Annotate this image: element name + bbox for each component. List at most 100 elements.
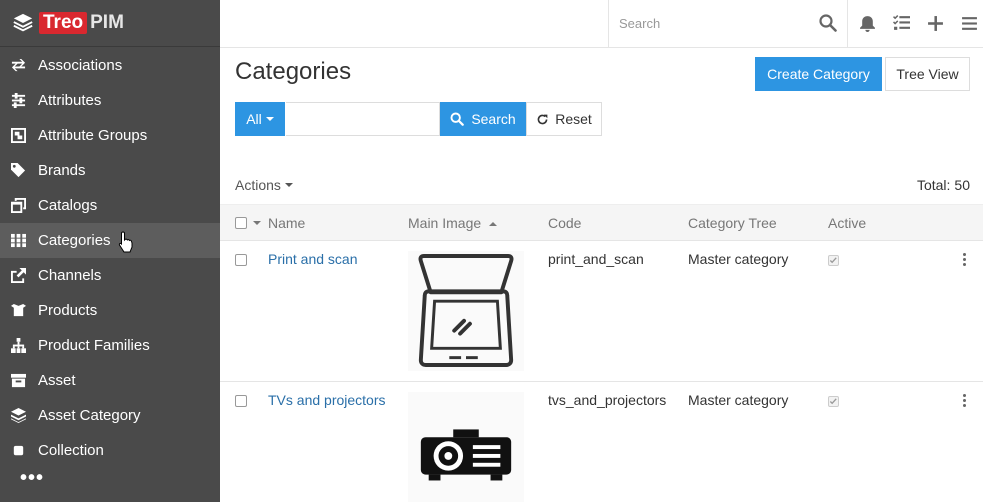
sidebar-item-label: Channels bbox=[38, 267, 102, 284]
sidebar-item-label: Product Families bbox=[38, 337, 150, 354]
layers-logo-icon bbox=[13, 13, 33, 32]
logo-treo: Treo bbox=[39, 12, 88, 34]
column-main-image-label: Main Image bbox=[408, 215, 482, 231]
column-code[interactable]: Code bbox=[548, 215, 581, 231]
th-icon bbox=[9, 233, 27, 249]
sidebar-item-asset[interactable]: Asset bbox=[0, 363, 220, 398]
tags-icon bbox=[9, 163, 27, 179]
sidebar-item-attribute-groups[interactable]: Attribute Groups bbox=[0, 118, 220, 153]
sidebar-item-associations[interactable]: Associations bbox=[0, 48, 220, 83]
sidebar-item-label: Asset Category bbox=[38, 407, 141, 424]
main-content: Categories Create Category Tree View All… bbox=[220, 48, 983, 502]
total-count: Total: 50 bbox=[917, 177, 970, 193]
tasks-button[interactable] bbox=[884, 0, 918, 47]
object-group-icon bbox=[9, 128, 27, 144]
sidebar: Treo PIM Associations Attributes Attribu… bbox=[0, 0, 220, 502]
total-value: 50 bbox=[954, 177, 970, 193]
page-title: Categories bbox=[235, 58, 352, 85]
layer-group-icon bbox=[9, 408, 27, 424]
sidebar-item-brands[interactable]: Brands bbox=[0, 153, 220, 188]
row-name-link[interactable]: Print and scan bbox=[268, 251, 358, 267]
sidebar-item-asset-category[interactable]: Asset Category bbox=[0, 398, 220, 433]
search-icon bbox=[450, 112, 465, 126]
filter-text-input[interactable] bbox=[286, 102, 440, 136]
row-category-tree: Master category bbox=[688, 251, 789, 267]
global-search-input[interactable] bbox=[609, 0, 809, 47]
exchange-icon bbox=[9, 58, 27, 74]
sidebar-item-label: Categories bbox=[38, 232, 111, 249]
column-name[interactable]: Name bbox=[268, 215, 305, 231]
sidebar-item-attributes[interactable]: Attributes bbox=[0, 83, 220, 118]
sidebar-item-label: Attribute Groups bbox=[38, 127, 148, 144]
check-icon bbox=[829, 398, 837, 405]
row-actions-kebab-icon[interactable] bbox=[963, 253, 967, 267]
box-open-icon bbox=[9, 303, 27, 319]
sort-asc-icon bbox=[489, 222, 498, 227]
archive-icon bbox=[9, 373, 27, 389]
sidebar-item-label: Products bbox=[38, 302, 98, 319]
caret-down-icon bbox=[265, 117, 274, 121]
logo-pim: PIM bbox=[90, 12, 124, 33]
select-all-checkbox[interactable] bbox=[235, 217, 247, 229]
projector-icon[interactable] bbox=[408, 392, 524, 502]
scanner-icon[interactable] bbox=[408, 251, 524, 371]
plus-icon bbox=[927, 16, 943, 31]
row-code: tvs_and_projectors bbox=[548, 392, 667, 408]
sidebar-item-label: Asset bbox=[38, 372, 76, 389]
topbar-icons bbox=[850, 0, 983, 47]
sidebar-item-channels[interactable]: Channels bbox=[0, 258, 220, 293]
square-icon bbox=[9, 443, 27, 459]
sidebar-item-categories[interactable]: Categories bbox=[0, 223, 220, 258]
table-row: TVs and projectors tvs_and_projectors Ma… bbox=[220, 382, 983, 502]
sidebar-item-catalogs[interactable]: Catalogs bbox=[0, 188, 220, 223]
column-category-tree[interactable]: Category Tree bbox=[688, 215, 777, 231]
search-button-label: Search bbox=[471, 111, 516, 127]
filter-all-label: All bbox=[246, 111, 262, 127]
caret-down-icon bbox=[284, 183, 293, 187]
create-category-button[interactable]: Create Category bbox=[755, 57, 882, 91]
row-checkbox[interactable] bbox=[235, 395, 247, 407]
sidebar-item-products[interactable]: Products bbox=[0, 293, 220, 328]
scanner-image bbox=[418, 254, 514, 367]
sidebar-item-collection[interactable]: Collection bbox=[0, 433, 220, 468]
hamburger-icon bbox=[961, 17, 977, 30]
sidebar-item-product-families[interactable]: Product Families bbox=[0, 328, 220, 363]
check-icon bbox=[829, 257, 837, 264]
total-label: Total: bbox=[916, 177, 951, 193]
active-checkbox bbox=[828, 396, 839, 407]
window-restore-icon bbox=[9, 198, 27, 214]
active-checkbox bbox=[828, 255, 839, 266]
logo[interactable]: Treo PIM bbox=[0, 0, 220, 47]
projector-image bbox=[420, 429, 512, 481]
row-actions-kebab-icon[interactable] bbox=[963, 394, 967, 408]
topbar bbox=[220, 0, 983, 48]
actions-dropdown[interactable]: Actions bbox=[235, 177, 293, 193]
more-menu-button[interactable]: ••• bbox=[0, 468, 220, 498]
column-main-image[interactable]: Main Image bbox=[408, 215, 498, 231]
menu-button[interactable] bbox=[952, 0, 983, 47]
notifications-button[interactable] bbox=[850, 0, 884, 47]
sidebar-nav: Associations Attributes Attribute Groups… bbox=[0, 48, 220, 468]
actions-label: Actions bbox=[235, 177, 281, 193]
quick-create-button[interactable] bbox=[918, 0, 952, 47]
filter-all-dropdown[interactable]: All bbox=[235, 102, 285, 136]
reset-button-label: Reset bbox=[555, 111, 592, 127]
refresh-icon bbox=[537, 114, 548, 124]
categories-table: Name Main Image Code Category Tree Activ… bbox=[220, 204, 983, 502]
tree-view-button[interactable]: Tree View bbox=[885, 57, 970, 91]
search-button[interactable]: Search bbox=[440, 102, 526, 136]
row-category-tree: Master category bbox=[688, 392, 789, 408]
reset-button[interactable]: Reset bbox=[526, 102, 602, 136]
sidebar-item-label: Attributes bbox=[38, 92, 102, 109]
bell-icon bbox=[859, 16, 875, 32]
sidebar-item-label: Catalogs bbox=[38, 197, 98, 214]
row-checkbox[interactable] bbox=[235, 254, 247, 266]
share-square-icon bbox=[9, 268, 27, 284]
sidebar-item-label: Associations bbox=[38, 57, 123, 74]
sliders-icon bbox=[9, 93, 27, 109]
search-icon[interactable] bbox=[819, 14, 837, 32]
caret-down-icon[interactable] bbox=[253, 221, 261, 225]
row-name-link[interactable]: TVs and projectors bbox=[268, 392, 386, 408]
tasks-icon bbox=[892, 15, 910, 30]
column-active[interactable]: Active bbox=[828, 215, 866, 231]
